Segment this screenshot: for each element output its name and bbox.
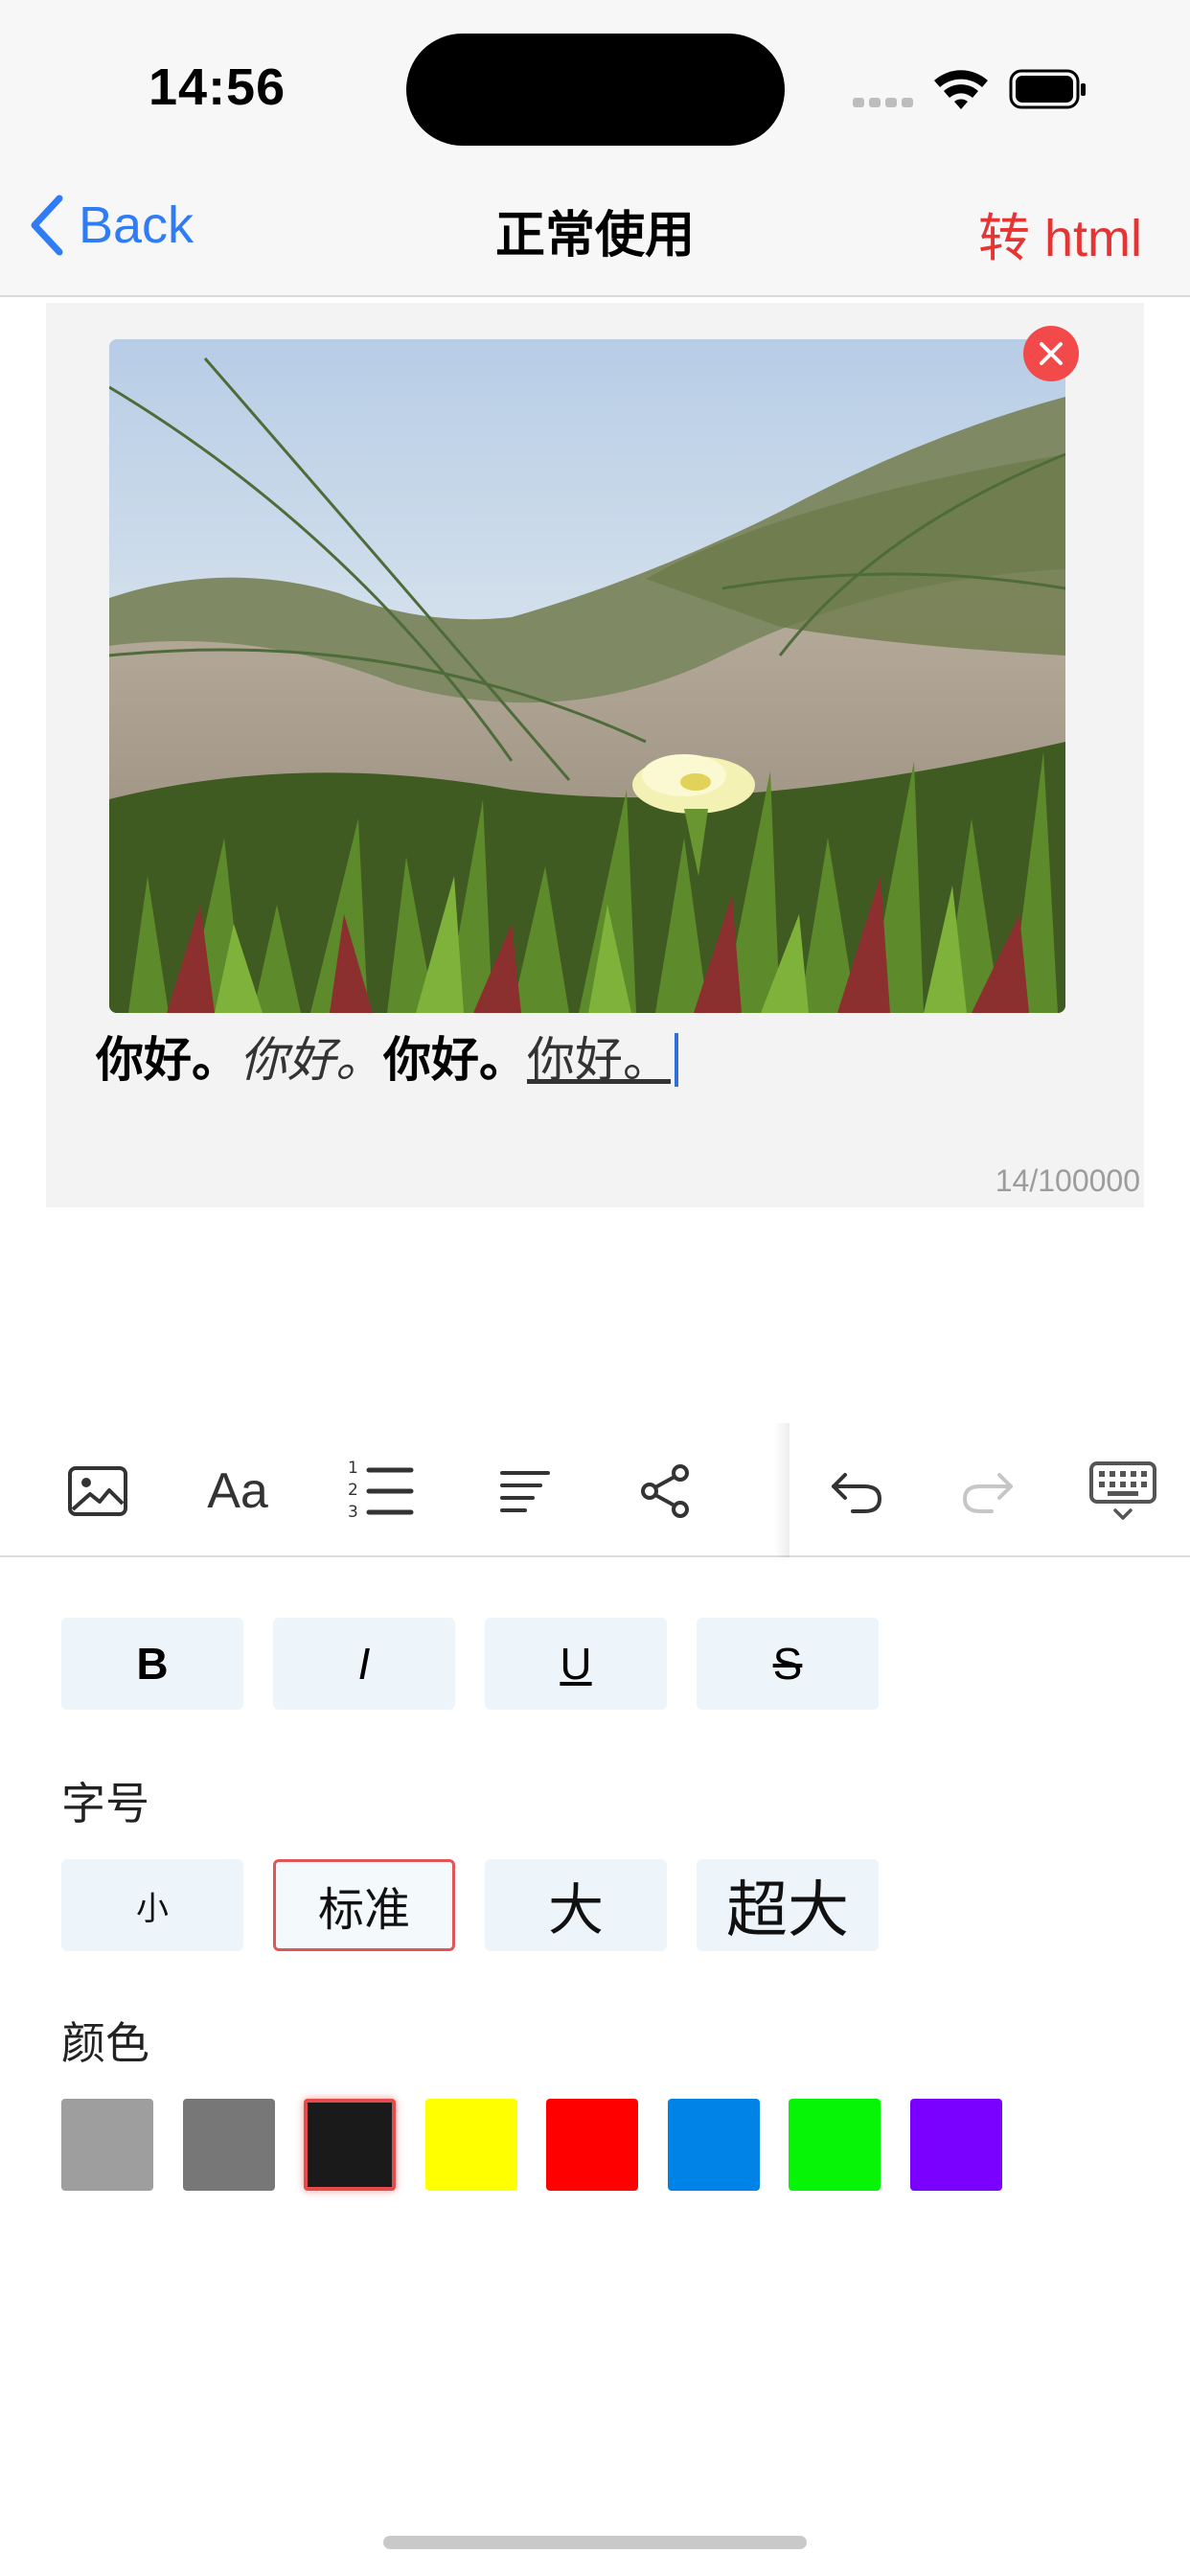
signal-icon bbox=[853, 98, 913, 107]
redo-button[interactable] bbox=[945, 1448, 1031, 1534]
keyboard-dismiss-icon bbox=[1089, 1461, 1156, 1520]
color-label: 颜色 bbox=[61, 2017, 149, 2069]
text-bold-segment: 你好。 bbox=[383, 1032, 527, 1088]
text-underline-segment: 你好。 bbox=[527, 1032, 671, 1088]
color-swatch[interactable] bbox=[61, 2099, 153, 2191]
color-swatch[interactable] bbox=[909, 2099, 1002, 2191]
remove-image-button[interactable] bbox=[1023, 326, 1079, 381]
font-button[interactable]: Aa bbox=[195, 1448, 281, 1534]
font-size-small-button[interactable]: 小 bbox=[61, 1859, 243, 1951]
close-icon bbox=[1040, 342, 1063, 365]
color-swatch[interactable] bbox=[304, 2099, 396, 2191]
italic-button[interactable]: I bbox=[273, 1618, 455, 1710]
status-icons bbox=[853, 65, 1092, 113]
insert-image-button[interactable] bbox=[55, 1448, 141, 1534]
text-italic-segment: 你好。 bbox=[240, 1032, 383, 1088]
image-icon bbox=[68, 1466, 127, 1516]
dynamic-island bbox=[406, 34, 785, 146]
numbered-list-icon: 1 2 3 bbox=[348, 1459, 415, 1522]
font-size-standard-button[interactable]: 标准 bbox=[273, 1859, 455, 1951]
bold-button[interactable]: B bbox=[61, 1618, 243, 1710]
undo-button[interactable] bbox=[813, 1448, 900, 1534]
font-icon: Aa bbox=[207, 1463, 268, 1519]
toolbar-divider bbox=[774, 1423, 790, 1557]
home-indicator bbox=[383, 2536, 807, 2549]
undo-icon bbox=[832, 1473, 882, 1513]
color-swatch[interactable] bbox=[667, 2099, 760, 2191]
color-swatch[interactable] bbox=[546, 2099, 638, 2191]
share-icon bbox=[641, 1464, 689, 1518]
numbered-list-button[interactable]: 1 2 3 bbox=[338, 1448, 424, 1534]
font-size-large-button[interactable]: 大 bbox=[485, 1859, 667, 1951]
editor-text-content[interactable]: 你好。 你好。 你好。 你好。 bbox=[96, 1022, 678, 1098]
underline-button[interactable]: U bbox=[485, 1618, 667, 1710]
color-swatch[interactable] bbox=[789, 2099, 881, 2191]
strikethrough-button[interactable]: S bbox=[697, 1618, 879, 1710]
share-button[interactable] bbox=[622, 1448, 708, 1534]
editor-toolbar: Aa 1 2 3 bbox=[0, 1423, 1190, 1557]
convert-html-button[interactable]: 转 html bbox=[978, 196, 1142, 271]
status-time: 14:56 bbox=[149, 58, 286, 116]
wifi-icon bbox=[934, 70, 988, 109]
font-size-label: 字号 bbox=[61, 1778, 149, 1829]
battery-icon bbox=[1009, 69, 1086, 109]
redo-icon bbox=[962, 1473, 1013, 1513]
align-button[interactable] bbox=[482, 1448, 568, 1534]
character-counter: 14/100000 bbox=[995, 1163, 1140, 1198]
color-swatch[interactable] bbox=[182, 2099, 275, 2191]
align-left-icon bbox=[500, 1471, 550, 1512]
color-swatch[interactable] bbox=[424, 2099, 517, 2191]
dismiss-keyboard-button[interactable] bbox=[1080, 1448, 1166, 1534]
top-bar: 14:56 Back 正常使用 转 html bbox=[0, 0, 1190, 297]
rich-text-editor[interactable]: 你好。 你好。 你好。 你好。 14/100000 bbox=[46, 303, 1144, 1208]
text-cursor bbox=[675, 1033, 678, 1087]
inserted-image bbox=[109, 339, 1065, 1013]
font-size-extra-large-button[interactable]: 超大 bbox=[697, 1859, 879, 1951]
text-bold-segment: 你好。 bbox=[96, 1032, 240, 1088]
